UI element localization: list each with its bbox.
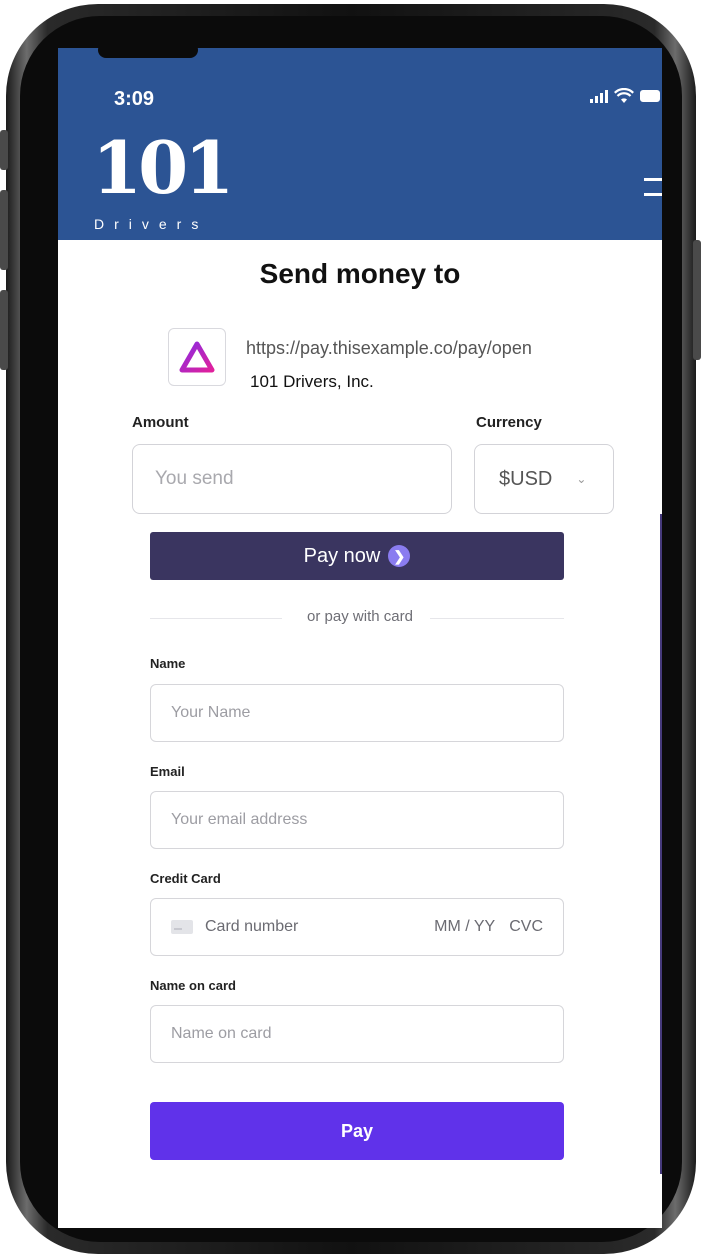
- currency-select[interactable]: $USD ⌄: [474, 444, 614, 514]
- name-on-card-field[interactable]: [150, 1005, 564, 1063]
- volume-up-button: [0, 190, 8, 270]
- status-icons: [590, 88, 660, 104]
- status-time: 3:09: [114, 88, 155, 110]
- pay-now-button[interactable]: Pay now ❯: [150, 532, 564, 580]
- chevron-down-icon: ⌄: [576, 472, 587, 486]
- menu-icon[interactable]: [644, 178, 662, 196]
- pay-button[interactable]: Pay: [150, 1102, 564, 1160]
- power-button: [693, 240, 701, 360]
- brand-logo-number[interactable]: 101: [92, 132, 234, 204]
- divider-text: or pay with card: [307, 608, 413, 625]
- wifi-icon: [614, 88, 634, 103]
- currency-value: $USD: [499, 467, 553, 490]
- currency-label: Currency: [476, 414, 542, 431]
- chevron-right-icon: ❯: [388, 545, 411, 567]
- merchant-logo-icon: [168, 328, 226, 386]
- name-on-card-label: Name on card: [150, 978, 236, 993]
- card-cvc-placeholder: CVC: [509, 918, 543, 935]
- notch: [98, 48, 198, 58]
- email-field[interactable]: [150, 791, 564, 849]
- merchant-url: https://pay.thisexample.co/pay/open: [246, 338, 532, 358]
- card-number-placeholder: Card number: [205, 918, 299, 935]
- phone-screen: 3:09 101 Drivers Send money to https://p…: [58, 48, 662, 1228]
- name-field[interactable]: [150, 684, 564, 742]
- card-expiry-placeholder: MM / YY: [434, 918, 496, 935]
- amount-input[interactable]: [132, 444, 452, 514]
- credit-card-icon: [171, 920, 193, 934]
- app-header: 3:09 101 Drivers: [58, 48, 662, 240]
- page-title: Send money to: [259, 258, 461, 289]
- pay-now-label: Pay now: [303, 544, 381, 567]
- signal-icon: [590, 89, 608, 103]
- pay-button-label: Pay: [340, 1120, 374, 1141]
- brand-logo-word: Drivers: [94, 216, 209, 232]
- email-label: Email: [150, 764, 185, 779]
- amount-label: Amount: [132, 414, 189, 431]
- name-label: Name: [150, 656, 186, 671]
- credit-card-field[interactable]: Card number MM / YY CVC: [150, 898, 564, 956]
- credit-card-label: Credit Card: [150, 871, 221, 886]
- battery-icon: [640, 90, 660, 102]
- merchant-name: 101 Drivers, Inc.: [250, 372, 374, 391]
- volume-down-button: [0, 290, 8, 370]
- side-button: [0, 130, 8, 170]
